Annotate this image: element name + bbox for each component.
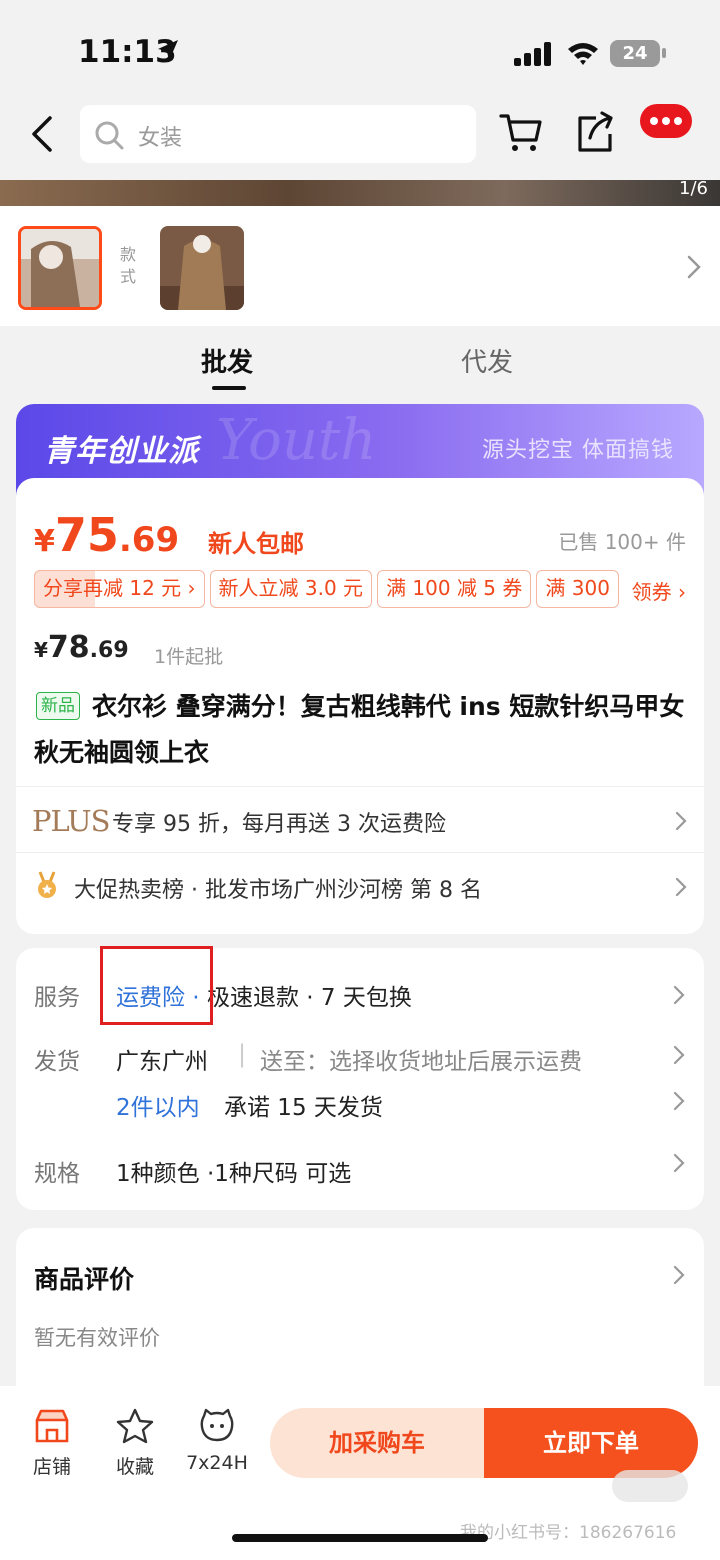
divider [16,786,704,787]
chat-bot-icon [200,1408,234,1442]
star-icon [116,1408,154,1444]
chevron-right-icon [673,1045,685,1065]
review-title: 商品评价 [34,1265,135,1294]
delivery-promise: 承诺 15 天发货 [224,1095,383,1121]
chevron-right-icon [673,985,685,1005]
min-batch: 1件起批 [154,646,224,668]
service-label: 7x24H [186,1452,248,1474]
free-shipping-tag: 新人包邮 [208,530,304,558]
banner-decoration: Youth [216,408,377,473]
wholesale-integer: 78 [47,630,90,665]
chevron-right-icon [673,1153,685,1173]
plus-text: 专享 95 折，每月再送 3 次运费险 [112,812,446,837]
shipping-from: 广东广州 [116,1049,208,1075]
tab-underline [212,386,246,390]
tab-row: 批发 代发 [0,326,720,404]
coupon-item[interactable]: 分享再减 12 元 › [34,570,205,608]
rank-text: 大促热卖榜 · 批发市场广州沙河榜 第 8 名 [74,878,482,903]
wholesale-currency: ¥ [34,638,48,662]
bottom-action-bar: 店铺 收藏 7x24H 加采购车 立即下单 我的小红书号：186267616 [0,1386,720,1560]
plus-logo: PLUS [32,804,110,838]
banner-title: 青年创业派 [44,434,199,469]
current-price: ¥75.69 [34,508,179,562]
style-thumbnail[interactable] [160,226,244,310]
shop-button[interactable]: 店铺 [24,1408,80,1478]
price-currency: ¥ [34,524,55,559]
product-image-carousel[interactable] [0,180,720,206]
review-empty: 暂无有效评价 [34,1326,160,1350]
home-indicator [232,1534,488,1542]
share-icon[interactable] [574,110,616,154]
service-label: 服务 [34,985,80,1011]
coupon-item[interactable]: 满 100 减 5 券 [377,570,532,608]
quantity-limit: 2件以内 [116,1095,200,1121]
spec-value: 1种颜色 ·1种尺码 可选 [116,1161,352,1187]
chevron-right-icon[interactable] [686,254,702,280]
back-arrow-icon[interactable] [26,114,62,154]
shipping-to: 送至：选择收货地址后展示运费 [260,1049,582,1075]
shipping-label: 发货 [34,1049,80,1075]
customer-service-button[interactable]: 7x24H [184,1408,250,1474]
sold-count: 已售 100+ 件 [558,530,686,554]
wifi-icon [568,43,598,65]
nav-bar: 女装 [0,100,720,180]
more-menu-button[interactable] [640,104,692,138]
search-icon [95,121,124,150]
coupon-item[interactable]: 新人立减 3.0 元 [209,570,373,608]
divider [16,852,704,853]
style-label: 款式 [120,245,137,286]
chevron-right-icon [673,1265,685,1285]
spec-label: 规格 [34,1161,80,1187]
signal-icon [514,42,554,66]
watermark-logo [612,1470,688,1502]
battery-icon: 24 [610,40,660,67]
divider-bar: | [238,1040,247,1068]
coupon-list[interactable]: 分享再减 12 元 › 新人立减 3.0 元满 100 减 5 券满 300 [34,570,686,608]
style-thumbnail-selected[interactable] [18,226,102,310]
tab-wholesale[interactable]: 批发 [201,342,253,379]
cart-icon[interactable] [498,112,544,154]
banner-slogan: 源头挖宝 体面搞钱 [482,438,674,463]
location-arrow-icon [158,40,178,61]
wholesale-price: ¥78.69 [34,630,129,665]
shop-label: 店铺 [32,1456,71,1478]
search-input[interactable]: 女装 [80,105,476,163]
price-integer: 75 [54,508,119,562]
service-card: 服务 运费险 · 极速退款 · 7 天包换 发货 广东广州 | 送至：选择收货地… [16,946,704,1210]
price-decimal: .69 [118,520,180,560]
shop-icon [35,1409,69,1443]
get-coupon-button[interactable]: 领券 › [625,576,686,605]
chevron-right-icon [675,811,687,831]
service-items: 极速退款 · 7 天包换 [206,985,412,1011]
product-title: 衣尔衫 叠穿满分！复古粗线韩代 ins 短款针织马甲女秋无袖圆领上衣 [34,692,685,767]
chevron-right-icon [675,877,687,897]
favorite-label: 收藏 [115,1456,154,1478]
image-counter: 1/6 [679,178,708,199]
watermark-text: 我的小红书号：186267616 [460,1523,677,1543]
style-selector-row[interactable]: 款式 [0,206,720,326]
search-placeholder: 女装 [138,126,183,151]
tab-dropship[interactable]: 代发 [461,342,513,379]
add-to-cart-button[interactable]: 加采购车 [270,1408,484,1478]
medal-icon [38,871,56,898]
battery-cap [662,48,666,58]
favorite-button[interactable]: 收藏 [110,1408,160,1478]
buy-now-button[interactable]: 立即下单 [484,1408,698,1478]
wholesale-decimal: .69 [89,638,129,663]
chevron-right-icon [673,1091,685,1111]
status-bar: 11:13 24 [0,0,720,100]
price-card: ¥75.69 新人包邮 已售 100+ 件 分享再减 12 元 › 新人立减 3.… [16,478,704,934]
highlight-box [100,946,213,1025]
coupon-item[interactable]: 满 300 [536,570,619,608]
